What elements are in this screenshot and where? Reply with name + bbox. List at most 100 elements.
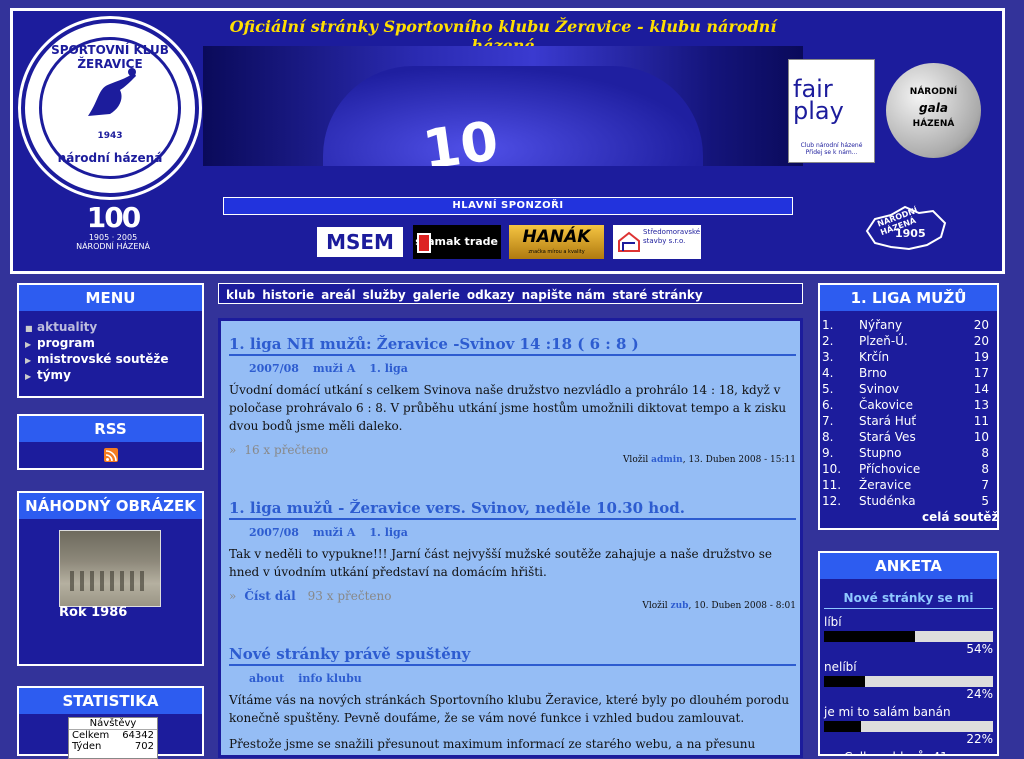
nav-link-sluzby[interactable]: služby bbox=[363, 288, 406, 302]
article-tags: 2007/08 muži A 1. liga bbox=[249, 362, 796, 375]
league-cell-pos: 7. bbox=[822, 414, 834, 428]
tag-link[interactable]: info klubu bbox=[298, 672, 362, 685]
ball-top-text: NÁRODNÍ bbox=[909, 87, 958, 97]
author-link[interactable]: zub bbox=[671, 601, 689, 611]
poll-option-label[interactable]: nelíbí bbox=[824, 660, 997, 674]
jersey-graphic bbox=[323, 66, 703, 166]
menu-item-aktuality[interactable]: ■ aktuality bbox=[25, 319, 202, 335]
club-logo[interactable]: SPORTOVNÍ KLUB ŽERAVICE 1943 národní ház… bbox=[21, 19, 199, 197]
tag-link[interactable]: about bbox=[249, 672, 284, 685]
league-cell-team: Krčín bbox=[859, 350, 890, 364]
league-cell-pts: 10 bbox=[973, 430, 989, 444]
sponsors-label: HLAVNÍ SPONZOŘI bbox=[223, 197, 793, 215]
anniversary-years: 1905 · 2005 bbox=[88, 233, 138, 242]
rss-feed-icon bbox=[105, 450, 117, 462]
author-link[interactable]: admin bbox=[651, 455, 683, 465]
menu-title: MENU bbox=[19, 285, 202, 313]
menu-box: MENU ■ aktuality ▶ program ▶ mistrovské sou… bbox=[17, 283, 204, 398]
fairplay-title: fair play bbox=[793, 75, 844, 125]
arrow-icon: » bbox=[229, 443, 237, 457]
league-table: 1. Nýřany 20 2. Plzeň-Ú. 20 3. Krčín 19 4. Brno 17 5… bbox=[822, 317, 989, 509]
league-row: 3. Krčín 19 bbox=[822, 349, 989, 365]
article-body: Úvodní domácí utkání s celkem Svinova na… bbox=[229, 383, 787, 433]
article-body-continued: Přestože jsme se snažili přesunout maxim… bbox=[229, 737, 756, 751]
article-title[interactable]: 1. liga mužů - Žeravice vers. Svinov, ne… bbox=[229, 499, 796, 520]
nav-link-areal[interactable]: areál bbox=[321, 288, 355, 302]
league-cell-pos: 12. bbox=[822, 494, 842, 508]
league-row: 8. Stará Ves 10 bbox=[822, 429, 989, 445]
nav-link-klub[interactable]: klub bbox=[226, 288, 255, 302]
league-cell-pos: 2. bbox=[822, 334, 834, 348]
tag-link[interactable]: muži A bbox=[313, 362, 355, 375]
menu-item-tymy[interactable]: ▶ týmy bbox=[25, 367, 202, 383]
menu-item-program[interactable]: ▶ program bbox=[25, 335, 202, 351]
league-row: 5. Svinov 14 bbox=[822, 381, 989, 397]
sponsor-msem-logo[interactable]: MSEM bbox=[315, 225, 405, 259]
league-cell-pos: 9. bbox=[822, 446, 834, 460]
site-header: Oficiální stránky Sportovního klubu Žera… bbox=[10, 8, 1005, 274]
poll-option-label[interactable]: je mi to salám banán bbox=[824, 705, 997, 719]
poll-bar-fill bbox=[824, 631, 916, 642]
menu-item-mistrovske-souteze[interactable]: ▶ mistrovské soutěže bbox=[25, 351, 202, 367]
hanak-name: HANÁK bbox=[522, 227, 591, 247]
tag-link[interactable]: 1. liga bbox=[369, 526, 408, 539]
league-table-box: 1. LIGA MUŽŮ 1. Nýřany 20 2. Plzeň-Ú. 20 3. Krč… bbox=[818, 283, 999, 530]
league-row: 10. Příchovice 8 bbox=[822, 461, 989, 477]
jersey-number: 10 bbox=[418, 109, 503, 166]
nav-link-napiste-nam[interactable]: napište nám bbox=[522, 288, 606, 302]
top-nav: klub historie areál služby galerie odkazy napi… bbox=[218, 283, 803, 304]
league-cell-team: Žeravice bbox=[859, 478, 912, 492]
main-content: 1. liga NH mužů: Žeravice -Svinov 14 :18… bbox=[218, 318, 803, 758]
league-cell-pos: 1. bbox=[822, 318, 834, 332]
nav-link-odkazy[interactable]: odkazy bbox=[467, 288, 515, 302]
random-photo[interactable] bbox=[59, 530, 161, 607]
league-cell-pts: 8 bbox=[981, 462, 989, 476]
league-full-link[interactable]: celá soutěž bbox=[922, 510, 997, 524]
random-image-title: NÁHODNÝ OBRÁZEK bbox=[19, 493, 202, 521]
poll-box: ANKETA Nové stránky se mi líbí 54% nelíbí 2… bbox=[818, 551, 999, 756]
league-row: 1. Nýřany 20 bbox=[822, 317, 989, 333]
league-cell-team: Plzeň-Ú. bbox=[859, 334, 908, 348]
poll-bar bbox=[824, 721, 993, 732]
poll-bar-fill bbox=[824, 721, 862, 732]
tag-link[interactable]: 2007/08 bbox=[249, 526, 299, 539]
nav-link-stare-stranky[interactable]: staré stránky bbox=[612, 288, 702, 302]
ball-brand-text: gala bbox=[919, 101, 948, 115]
article-body: Tak v neděli to vypukne!!! Jarní část ne… bbox=[229, 547, 772, 579]
fairplay-badge[interactable]: fair play Club národní házené Přidej se … bbox=[788, 59, 875, 163]
league-cell-team: Nýřany bbox=[859, 318, 903, 332]
poll-option-label[interactable]: líbí bbox=[824, 615, 997, 629]
national-handball-logo: NÁRODNÍ HÁZENÁ 1905 bbox=[861, 201, 951, 257]
fairplay-caption: Club národní házené Přidej se k nám... bbox=[800, 142, 863, 156]
league-row: 12. Studénka 5 bbox=[822, 493, 989, 509]
league-cell-team: Čakovice bbox=[859, 398, 914, 412]
counter-row-total: Celkem 64342 bbox=[72, 730, 154, 741]
article-title[interactable]: Nové stránky právě spuštěny bbox=[229, 645, 796, 666]
nav-link-historie[interactable]: historie bbox=[262, 288, 314, 302]
anniversary-caption: NÁRODNÍ HÁZENÁ bbox=[76, 242, 150, 251]
article-title[interactable]: 1. liga NH mužů: Žeravice -Svinov 14 :18… bbox=[229, 335, 796, 356]
poll-bar-fill bbox=[824, 676, 865, 687]
league-cell-pts: 19 bbox=[973, 350, 989, 364]
sponsor-hanak-logo[interactable]: HANÁK značka mírou a kvality bbox=[509, 225, 604, 259]
counter-title: Návštěvy bbox=[69, 718, 157, 730]
article: 1. liga mužů - Žeravice vers. Svinov, ne… bbox=[229, 499, 796, 611]
nav-link-galerie[interactable]: galerie bbox=[413, 288, 460, 302]
gala-ball-image: NÁRODNÍ gala HÁZENÁ bbox=[886, 63, 981, 158]
poll-percent: 24% bbox=[966, 687, 993, 701]
rss-icon[interactable] bbox=[104, 448, 118, 462]
tag-link[interactable]: 2007/08 bbox=[249, 362, 299, 375]
league-cell-pos: 10. bbox=[822, 462, 842, 476]
arrow-right-icon: ▶ bbox=[25, 372, 32, 381]
hanak-tagline: značka mírou a kvality bbox=[528, 249, 585, 255]
read-more-link[interactable]: Číst dál bbox=[244, 589, 295, 603]
league-cell-pts: 13 bbox=[973, 398, 989, 412]
tag-link[interactable]: 1. liga bbox=[369, 362, 408, 375]
article-tags: about info klubu bbox=[249, 672, 796, 685]
poll-question: Nové stránky se mi bbox=[824, 591, 993, 609]
tag-link[interactable]: muži A bbox=[313, 526, 355, 539]
league-cell-pts: 20 bbox=[973, 318, 989, 332]
league-cell-pts: 11 bbox=[973, 414, 989, 428]
league-cell-pos: 4. bbox=[822, 366, 834, 380]
poll-total-votes: Celkem hlasů: 41 bbox=[824, 750, 997, 754]
